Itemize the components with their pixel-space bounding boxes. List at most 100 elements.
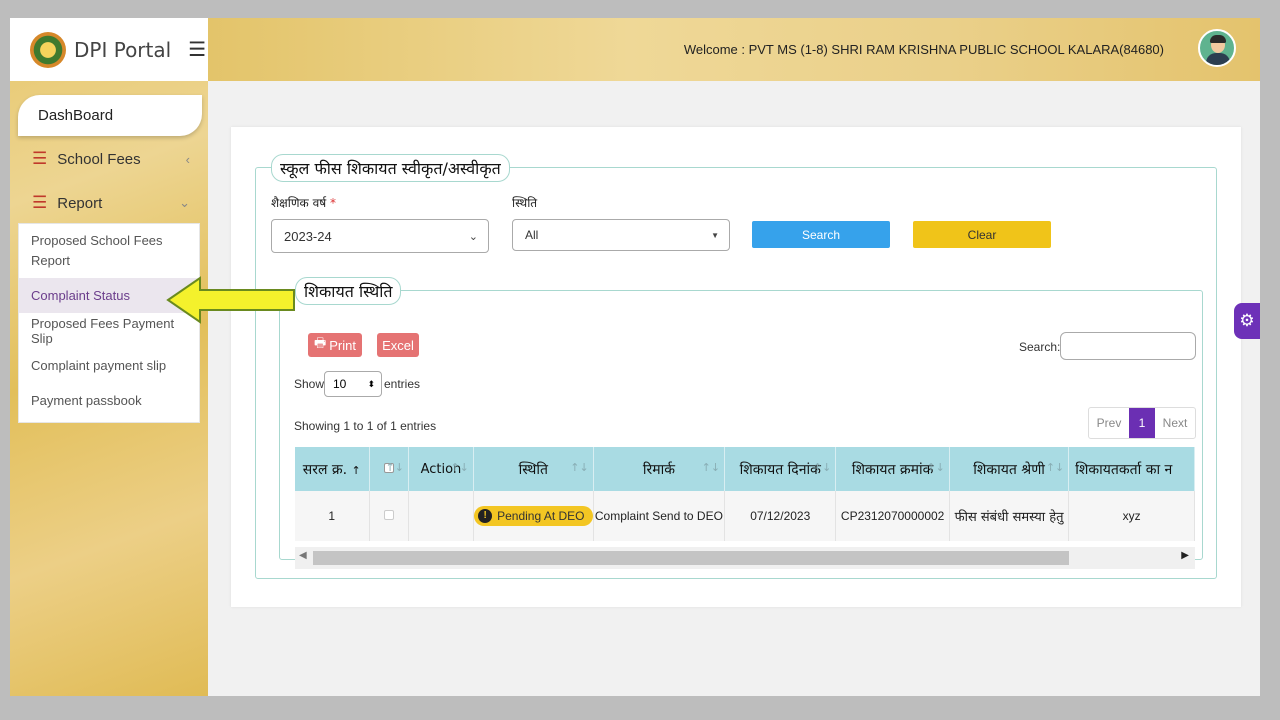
sort-icon: ↑↓: [450, 461, 469, 474]
table-search-label: Search:: [1019, 340, 1061, 354]
table-search-input[interactable]: [1060, 332, 1196, 360]
status-select-value: All: [525, 228, 539, 242]
table-horizontal-scrollbar[interactable]: ◀ ▶: [295, 547, 1195, 569]
settings-gear-button[interactable]: ⚙: [1234, 303, 1260, 339]
complaints-table: सरल क्र. ↑ ↑↓ Action ↑↓ स्थिति ↑↓ रिमार्क ↑…: [295, 447, 1195, 541]
app-title: DPI Portal: [74, 37, 172, 62]
avatar-hair: [1210, 35, 1226, 43]
chevron-down-icon: ⌄: [468, 230, 478, 243]
exclamation-icon: !: [478, 508, 493, 523]
pointer-arrow-icon: [166, 276, 295, 324]
chevron-down-icon: ⌄: [179, 195, 190, 210]
print-label: Print: [329, 337, 356, 353]
sort-icon: ↑↓: [701, 461, 721, 474]
col-serial[interactable]: सरल क्र. ↑: [295, 447, 370, 491]
year-label: शैक्षणिक वर्ष *: [271, 194, 336, 211]
hamburger-icon[interactable]: ☰: [188, 37, 206, 62]
submenu-proposed-school-fees-report[interactable]: Proposed School Fees Report: [19, 224, 199, 278]
submenu-label: Proposed Fees Payment Slip: [31, 315, 175, 346]
status-select[interactable]: All ▼: [512, 219, 730, 251]
show-label: Show: [294, 377, 325, 391]
sidebar-item-dashboard[interactable]: DashBoard: [18, 95, 202, 136]
prev-button[interactable]: Prev: [1089, 408, 1129, 438]
col-complainant[interactable]: शिकायतकर्ता का न: [1068, 447, 1195, 491]
header: Welcome : PVT MS (1-8) SHRI RAM KRISHNA …: [208, 18, 1260, 81]
submenu-payment-passbook[interactable]: Payment passbook: [19, 383, 199, 418]
sort-icon: ↑↓: [926, 461, 945, 474]
required-mark: *: [330, 196, 337, 210]
col-label: शिकायत दिनांक: [739, 461, 821, 478]
page-1-button[interactable]: 1: [1129, 408, 1155, 438]
menu-bars-icon: ☰: [32, 193, 48, 212]
main-card: स्कूल फीस शिकायत स्वीकृत/अस्वीकृत शैक्षण…: [231, 127, 1241, 607]
entries-select[interactable]: 10 ⬍: [324, 371, 382, 397]
col-label: शिकायत क्रमांक: [851, 461, 934, 478]
cell-serial: 1: [295, 491, 370, 541]
sidebar-item-label: School Fees: [57, 150, 141, 168]
app-window: DPI Portal ☰ DashBoard ☰ School Fees ‹ ☰…: [10, 18, 1260, 696]
col-status[interactable]: स्थिति ↑↓: [473, 447, 594, 491]
cell-remark: Complaint Send to DEO: [593, 491, 726, 541]
entries-label: entries: [384, 377, 421, 391]
scrollbar-thumb[interactable]: [313, 551, 1069, 565]
pagination: Prev 1 Next: [1088, 407, 1196, 439]
search-button[interactable]: Search: [752, 221, 890, 248]
sidebar-item-report[interactable]: ☰ Report ⌄: [10, 186, 208, 220]
filter-legend: स्कूल फीस शिकायत स्वीकृत/अस्वीकृत: [271, 154, 510, 182]
col-date[interactable]: शिकायत दिनांक ↑↓: [724, 447, 837, 491]
complaints-table-wrap: सरल क्र. ↑ ↑↓ Action ↑↓ स्थिति ↑↓ रिमार्क ↑…: [295, 447, 1195, 541]
col-number[interactable]: शिकायत क्रमांक ↑↓: [835, 447, 950, 491]
col-label: स्थिति: [518, 461, 548, 478]
table-info: Showing 1 to 1 of 1 entries: [294, 419, 437, 433]
table-header-row: सरल क्र. ↑ ↑↓ Action ↑↓ स्थिति ↑↓ रिमार्क ↑…: [295, 447, 1195, 491]
cell-number: CP2312070000002: [835, 491, 950, 541]
col-label: रिमार्क: [642, 461, 675, 478]
year-label-text: शैक्षणिक वर्ष: [271, 196, 327, 210]
portal-emblem-icon: [30, 31, 66, 68]
excel-button[interactable]: Excel: [377, 333, 419, 357]
sort-icon: ↑↓: [570, 461, 589, 474]
col-select[interactable]: ↑↓: [369, 447, 409, 491]
sort-icon: ↑↓: [812, 461, 832, 474]
results-legend: शिकायत स्थिति: [295, 277, 402, 305]
cell-status: ! Pending At DEO: [473, 491, 594, 541]
clear-button[interactable]: Clear: [913, 221, 1051, 248]
cell-complainant: xyz: [1068, 491, 1195, 541]
status-badge-text: Pending At DEO: [497, 508, 585, 523]
caret-down-icon: ▼: [711, 230, 719, 240]
welcome-text: Welcome : PVT MS (1-8) SHRI RAM KRISHNA …: [683, 42, 1164, 57]
submenu-label: Complaint payment slip: [31, 358, 167, 373]
sidebar-item-label: DashBoard: [38, 107, 114, 124]
cell-select: [369, 491, 409, 541]
avatar[interactable]: [1198, 29, 1236, 67]
updown-icon: ⬍: [367, 378, 375, 389]
submenu-label: Proposed School Fees Report: [31, 233, 163, 268]
next-button[interactable]: Next: [1155, 408, 1195, 438]
year-select[interactable]: 2023-24 ⌄: [271, 219, 489, 253]
logo-area: DPI Portal ☰: [10, 18, 208, 81]
submenu-label: Payment passbook: [31, 393, 142, 408]
cell-action: [408, 491, 474, 541]
gear-icon: ⚙: [1239, 311, 1255, 330]
col-category[interactable]: शिकायत श्रेणी ↑↓: [949, 447, 1070, 491]
sidebar-item-school-fees[interactable]: ☰ School Fees ‹: [10, 142, 208, 176]
avatar-suit: [1206, 53, 1230, 65]
sidebar-item-label: Report: [57, 194, 103, 212]
submenu-label: Complaint Status: [31, 288, 130, 303]
print-button[interactable]: 🖶 Print: [308, 333, 362, 357]
col-label: शिकायतकर्ता का न: [1075, 461, 1173, 478]
col-remark[interactable]: रिमार्क ↑↓: [593, 447, 726, 491]
submenu-complaint-payment-slip[interactable]: Complaint payment slip: [19, 348, 199, 383]
cell-date: 07/12/2023: [724, 491, 837, 541]
year-select-value: 2023-24: [284, 228, 332, 244]
col-label: सरल क्र.: [302, 461, 348, 478]
row-checkbox[interactable]: [383, 509, 394, 520]
scroll-right-icon[interactable]: ▶: [1181, 550, 1189, 561]
scroll-left-icon[interactable]: ◀: [299, 550, 307, 561]
col-action[interactable]: Action ↑↓: [408, 447, 474, 491]
sidebar: DPI Portal ☰ DashBoard ☰ School Fees ‹ ☰…: [10, 18, 208, 696]
chevron-left-icon: ‹: [185, 151, 190, 167]
status-label: स्थिति: [512, 196, 538, 210]
sort-icon: ↑↓: [1045, 461, 1065, 474]
table-row: 1 ! Pending At DEO Complaint Send to DEO…: [295, 491, 1195, 541]
